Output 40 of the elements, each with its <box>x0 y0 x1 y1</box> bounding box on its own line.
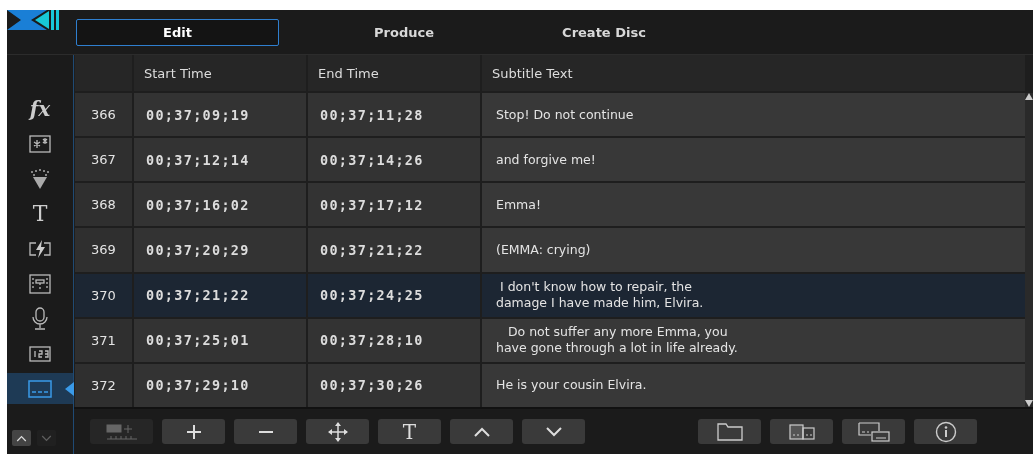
column-header[interactable]: End Time <box>308 55 480 91</box>
time-cell: 00;37;09;19 <box>134 93 306 137</box>
subtitle-text: Do not suffer any more Emma, you have gone through a lot in life already. <box>482 318 1025 362</box>
column-header[interactable]: Subtitle Text <box>482 55 1025 91</box>
subtitle-text: and forgive me! <box>482 138 1025 182</box>
time-cell: 00;37;30;26 <box>308 363 480 407</box>
sidebar-tool[interactable]: fx <box>7 93 73 124</box>
sidebar-tool[interactable]: T <box>7 198 73 229</box>
row-number: 367 <box>75 138 132 182</box>
time-cell: 00;37;21;22 <box>308 228 480 272</box>
time-cell: 00;37;24;25 <box>308 273 480 317</box>
row-number: 370 <box>75 273 132 317</box>
time-cell: 00;37;25;01 <box>134 318 306 362</box>
time-cell: 00;37;11;28 <box>308 93 480 137</box>
column-header[interactable]: Start Time <box>134 55 306 91</box>
subtitle-text: (EMMA: crying) <box>482 228 1025 272</box>
glyph-icon: fx <box>29 98 51 119</box>
time-cell: 00;37;29;10 <box>134 363 306 407</box>
time-cell: 00;37;14;26 <box>308 138 480 182</box>
tab[interactable]: Create Disc <box>529 18 679 46</box>
row-number: 366 <box>75 93 132 137</box>
time-cell: 00;37;12;14 <box>134 138 306 182</box>
time-cell: 00;37;20;29 <box>134 228 306 272</box>
row-number: 371 <box>75 318 132 362</box>
tab[interactable]: Edit <box>76 18 279 46</box>
time-cell: 00;37;17;12 <box>308 183 480 227</box>
subtitle-text: He is your cousin Elvira. <box>482 363 1025 407</box>
row-number: 372 <box>75 363 132 407</box>
time-cell: 00;37;28;10 <box>308 318 480 362</box>
row-number: 368 <box>75 183 132 227</box>
tab[interactable]: Produce <box>329 18 479 46</box>
subtitle-text: Stop! Do not continue <box>482 93 1025 137</box>
time-cell: 00;37;16;02 <box>134 183 306 227</box>
row-number: 369 <box>75 228 132 272</box>
subtitle-text: I don't know how to repair, the damage I have made him, Elvira. <box>482 273 1025 317</box>
text-button[interactable]: T <box>378 419 441 444</box>
glyph-icon: T <box>402 421 417 442</box>
subtitle-text: Emma! <box>482 183 1025 227</box>
time-cell: 00;37;21;22 <box>134 273 306 317</box>
glyph-icon: T <box>32 202 48 225</box>
